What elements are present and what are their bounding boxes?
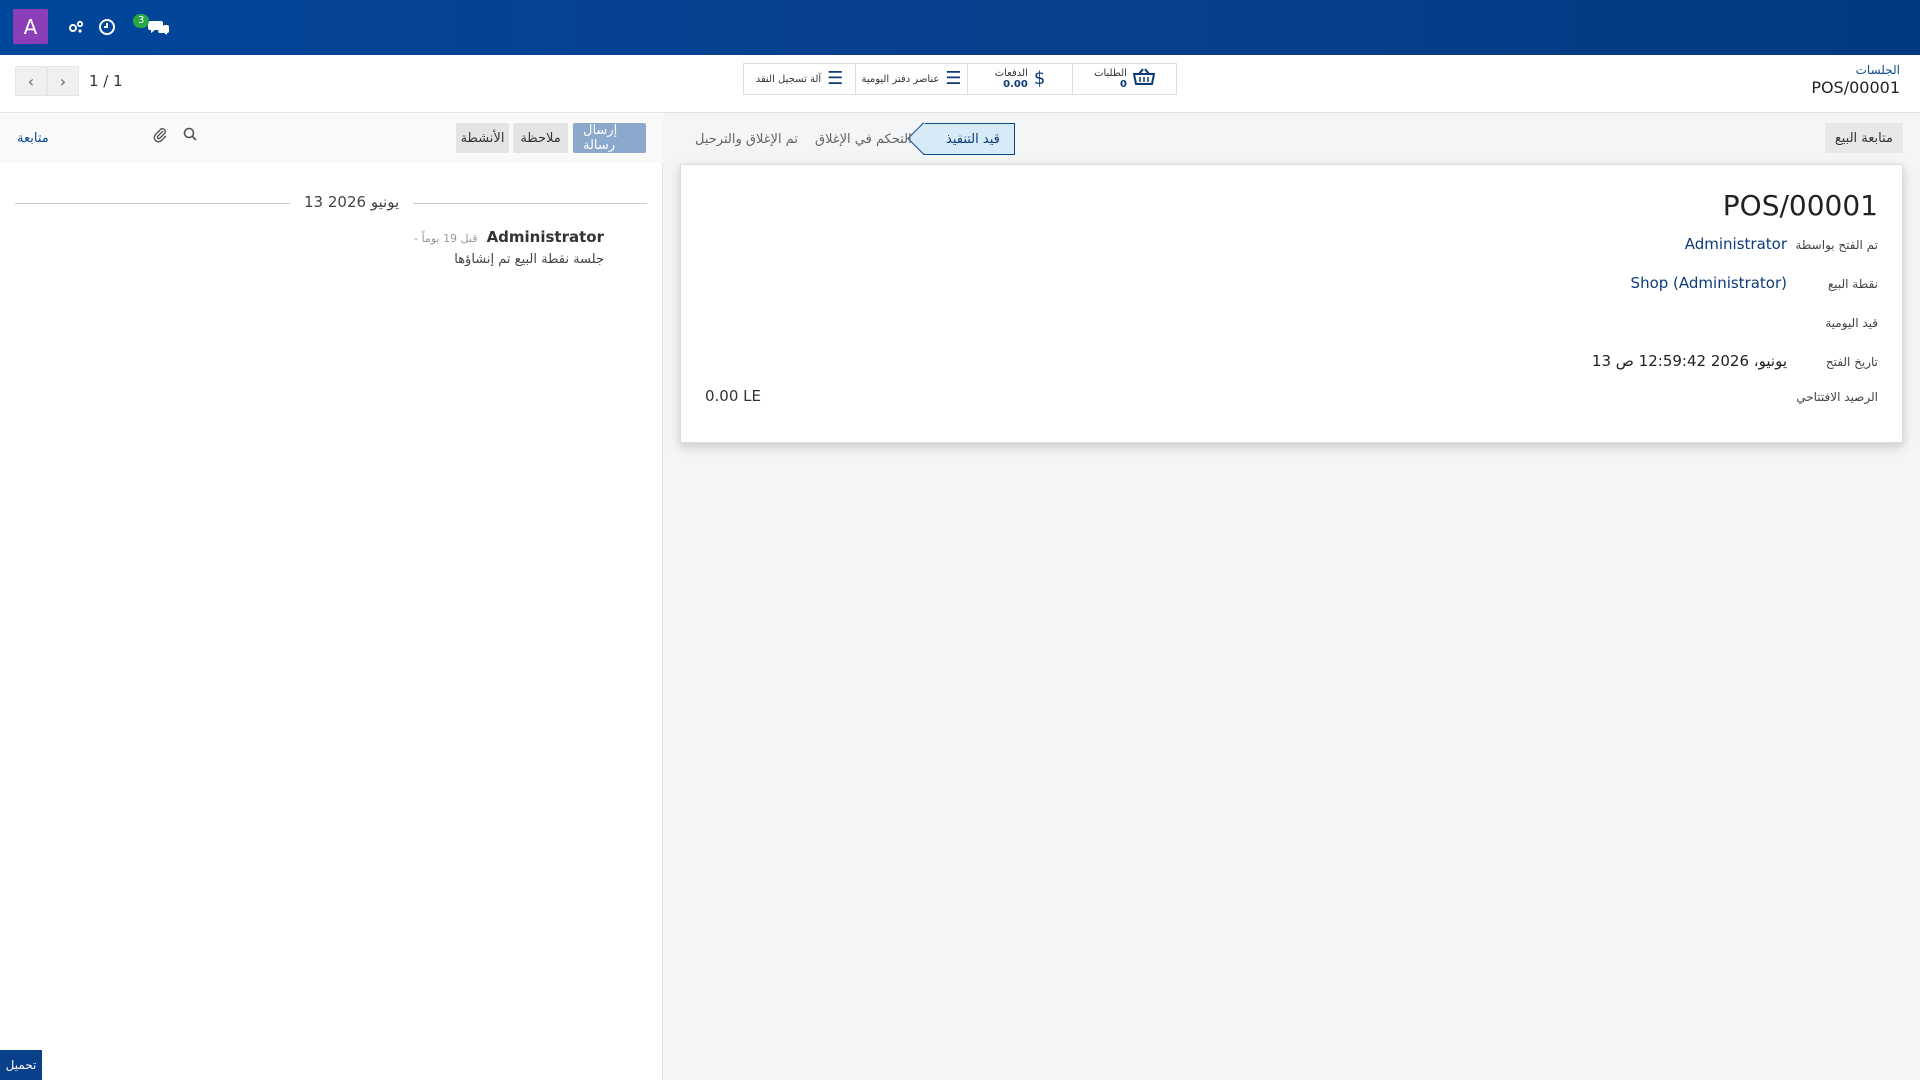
date-separator-label: 13 يونيو 2026	[290, 193, 414, 211]
chatter-topbar: متابعة إرسال رسالة ملاحظة الأنشطة	[0, 113, 663, 163]
list-icon: ☰	[945, 68, 962, 89]
continue-selling-button[interactable]: متابعة البيع	[1824, 123, 1903, 153]
session-name: POS/00001	[1722, 189, 1878, 222]
form-statusbar: متابعة البيع قيد التنفيذ التحكم في الإغل…	[680, 113, 1903, 163]
list-icon: ☰	[827, 68, 844, 89]
payments-button[interactable]: الدفعات 0.00 $	[967, 64, 1072, 94]
pager-value[interactable]: 1 / 1	[89, 72, 123, 90]
pos-label: نقطة البيع	[1827, 277, 1878, 291]
basket-icon	[1132, 68, 1156, 90]
journal-label: قيد اليومية	[1825, 316, 1878, 330]
breadcrumb-parent-link[interactable]: الجلسات	[1811, 63, 1900, 77]
dollar-icon: $	[1033, 68, 1046, 89]
cash-register-button[interactable]: آلة تسجيل النقد ☰	[744, 64, 855, 94]
chatter-message: - قبل 19 يوماً Administrator جلسة نقطة ا…	[154, 227, 604, 267]
date-separator: 13 يونيو 2026	[15, 193, 647, 213]
search-icon[interactable]	[183, 127, 197, 145]
debug-icon[interactable]	[64, 15, 88, 39]
pager: ‹ › 1 / 1	[15, 66, 123, 96]
chatter-panel: متابعة إرسال رسالة ملاحظة الأنشطة 13 يون…	[0, 113, 663, 1080]
message-time-ago: - قبل 19 يوماً	[414, 232, 478, 245]
stage-closing-control[interactable]: التحكم في الإغلاق	[815, 123, 912, 155]
messages-count-badge: 3	[133, 14, 150, 28]
smart-buttons: آلة تسجيل النقد ☰ عناصر دفتر اليومية ☰ ا…	[743, 63, 1177, 95]
orders-button[interactable]: الطلبات 0	[1072, 64, 1176, 94]
opened-by-label: تم الفتح بواسطة	[1795, 238, 1878, 252]
message-body: جلسة نقطة البيع تم إنشاؤها	[454, 252, 604, 267]
payments-value: 0.00	[1003, 79, 1028, 90]
paperclip-icon[interactable]	[153, 127, 167, 147]
top-navbar: A 3	[0, 0, 1920, 55]
pager-next-button[interactable]: ›	[47, 66, 79, 96]
messages-icon[interactable]	[145, 15, 173, 39]
activities-button[interactable]: الأنشطة	[456, 123, 509, 153]
activity-clock-icon[interactable]	[95, 15, 119, 39]
journal-items-label: عناصر دفتر اليومية	[861, 73, 940, 85]
control-panel: الجلسات POS/00001 آلة تسجيل النقد ☰ عناص…	[0, 55, 1920, 113]
cash-register-label: آلة تسجيل النقد	[755, 73, 822, 85]
form-sheet: POS/00001 تم الفتح بواسطة Administrator …	[680, 164, 1903, 443]
log-note-button[interactable]: ملاحظة	[513, 123, 568, 153]
bug-gear-icon	[69, 20, 84, 33]
follow-button[interactable]: متابعة	[17, 131, 49, 146]
opening-date-value: 13 يونيو، 2026 12:59:42 ص	[1591, 352, 1787, 370]
message-author[interactable]: Administrator	[487, 228, 604, 246]
payments-label: الدفعات	[994, 68, 1028, 79]
orders-label: الطلبات	[1094, 68, 1127, 79]
pos-value[interactable]: Shop (Administrator)	[1631, 274, 1787, 292]
breadcrumb: الجلسات POS/00001	[1811, 63, 1900, 97]
opening-balance-label: الرصيد الافتتاحي	[1796, 390, 1878, 404]
stage-in-progress[interactable]: قيد التنفيذ	[923, 123, 1015, 155]
pager-previous-button[interactable]: ‹	[15, 66, 47, 96]
chat-bubbles-icon	[148, 21, 169, 35]
orders-value: 0	[1119, 79, 1127, 90]
opened-by-value[interactable]: Administrator	[1685, 235, 1787, 253]
send-message-button[interactable]: إرسال رسالة	[573, 123, 646, 153]
clock-icon	[99, 19, 115, 35]
opening-date-label: تاريخ الفتح	[1825, 355, 1878, 369]
user-avatar[interactable]: A	[13, 9, 48, 44]
journal-items-button[interactable]: عناصر دفتر اليومية ☰	[855, 64, 967, 94]
download-button[interactable]: تحميل	[0, 1050, 42, 1080]
breadcrumb-current: POS/00001	[1811, 78, 1900, 97]
stage-closed-posted[interactable]: تم الإغلاق والترحيل	[695, 123, 798, 155]
opening-balance-value: 0.00 LE	[705, 387, 762, 405]
